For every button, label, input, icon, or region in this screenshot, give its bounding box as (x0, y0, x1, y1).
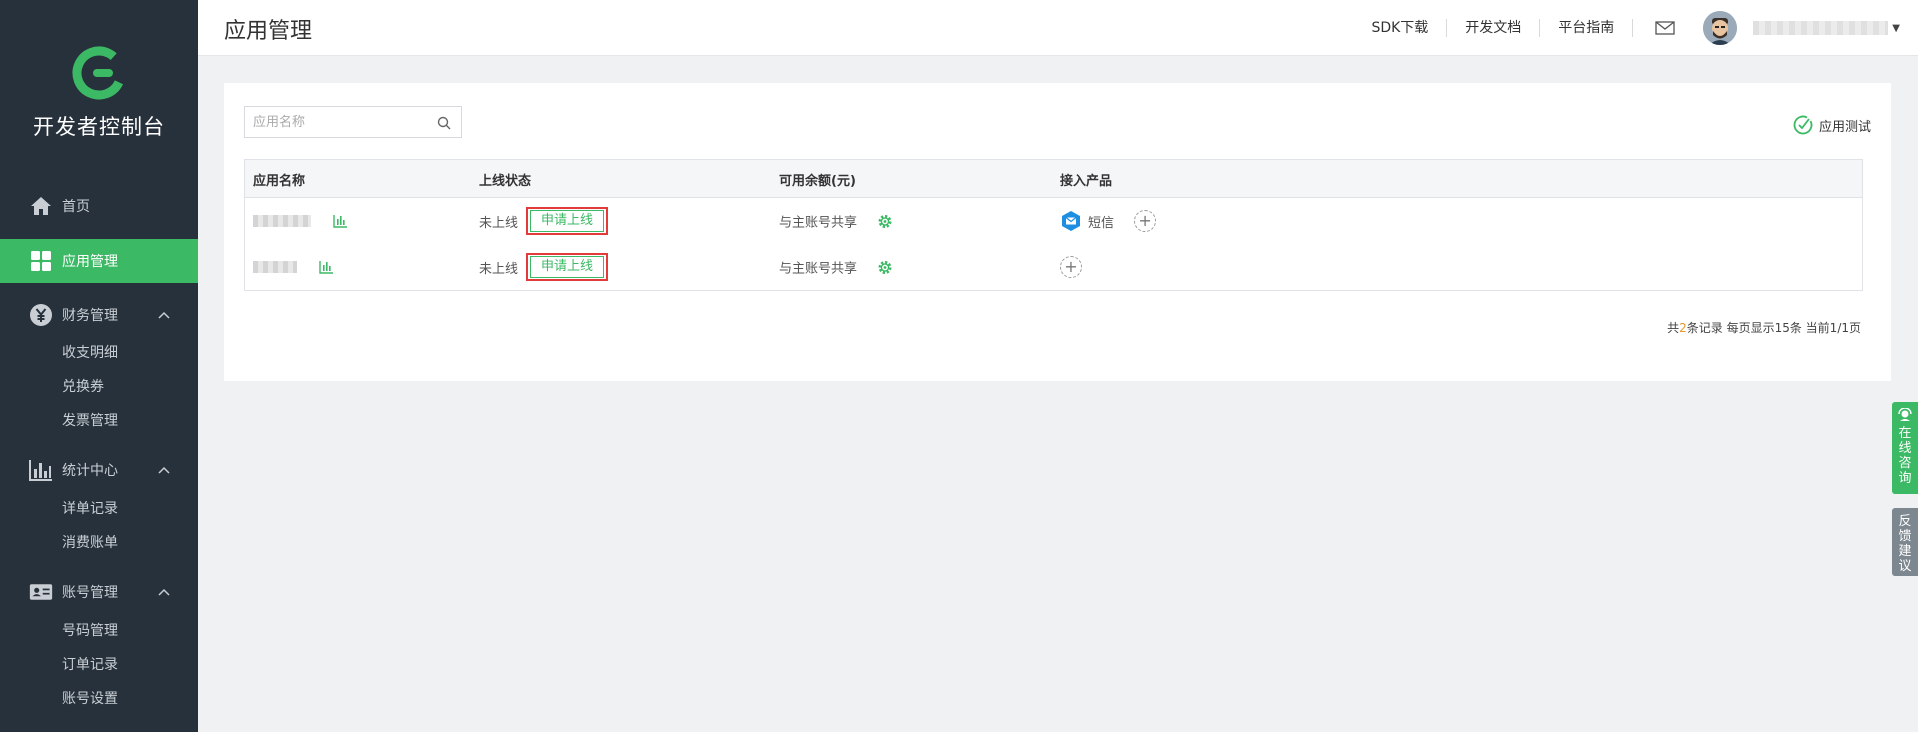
app-name[interactable] (253, 215, 311, 227)
sidebar-subitem[interactable]: 订单记录 (62, 655, 118, 675)
sidebar-subitem[interactable]: 号码管理 (62, 621, 118, 641)
main-panel: 应用测试 应用名称 上线状态 可用余额(元) 接入产品 未上线 申请上线 与主账… (224, 83, 1891, 381)
table-header: 应用名称 上线状态 可用余额(元) 接入产品 (245, 160, 1862, 198)
sidebar-item-statistics[interactable]: 统计中心 (0, 448, 198, 492)
online-status: 未上线 (479, 261, 519, 277)
add-product-button[interactable]: + (1134, 210, 1157, 232)
balance-text: 与主账号共享 (779, 261, 858, 277)
chevron-up-icon (158, 307, 170, 323)
check-circle-icon (1793, 115, 1813, 135)
sidebar-subitem[interactable]: 收支明细 (62, 343, 118, 363)
sdk-download-link[interactable]: SDK下载 (1353, 19, 1448, 37)
app-test-button[interactable]: 应用测试 (1793, 115, 1871, 135)
product-name: 短信 (1088, 215, 1115, 231)
stats-icon[interactable] (319, 260, 334, 274)
sidebar-subitem[interactable]: 发票管理 (62, 411, 118, 431)
username[interactable] (1753, 21, 1889, 35)
sidebar-subitem[interactable]: 兑换券 (62, 377, 104, 397)
sidebar: 开发者控制台 首页 应用管理 财务管理 收支明细 兑换券 发票管理 统计中心 详… (0, 0, 198, 732)
chevron-up-icon (158, 584, 170, 600)
column-header: 可用余额(元) (779, 174, 856, 189)
home-icon (29, 194, 53, 218)
logo[interactable]: 开发者控制台 (0, 45, 198, 141)
sidebar-item-home[interactable]: 首页 (0, 184, 198, 228)
sidebar-subitem[interactable]: 消费账单 (62, 533, 118, 553)
mail-icon[interactable] (1655, 21, 1675, 35)
table-row: 未上线 申请上线 与主账号共享 + (245, 244, 1862, 290)
dev-docs-link[interactable]: 开发文档 (1447, 19, 1541, 37)
console-title: 开发者控制台 (33, 115, 165, 139)
stats-icon[interactable] (333, 214, 348, 228)
sidebar-item-label: 账号管理 (62, 585, 118, 601)
search-input[interactable] (245, 107, 433, 137)
sidebar-item-label: 财务管理 (62, 308, 118, 324)
platform-guide-link[interactable]: 平台指南 (1540, 19, 1634, 37)
add-product-button[interactable]: + (1060, 256, 1082, 278)
online-consult-button[interactable]: 在 线 咨 询 (1892, 402, 1918, 494)
chevron-up-icon (158, 462, 170, 478)
sidebar-item-account[interactable]: 账号管理 (0, 570, 198, 614)
column-header: 应用名称 (253, 174, 306, 189)
apply-online-button[interactable]: 申请上线 (526, 253, 609, 281)
sidebar-item-app-management[interactable]: 应用管理 (0, 239, 198, 283)
apps-table: 应用名称 上线状态 可用余额(元) 接入产品 未上线 申请上线 与主账号共享 短… (244, 159, 1863, 291)
sidebar-subitem[interactable]: 详单记录 (62, 499, 118, 519)
balance-text: 与主账号共享 (779, 215, 858, 231)
sidebar-item-finance[interactable]: 财务管理 (0, 293, 198, 337)
gear-icon[interactable] (877, 213, 893, 229)
feedback-button[interactable]: 反 馈 建 议 (1892, 508, 1918, 576)
sidebar-subitem[interactable]: 账号设置 (62, 689, 118, 709)
sidebar-item-label: 首页 (62, 199, 90, 215)
top-links: SDK下载 开发文档 平台指南 ▼ (1353, 0, 1918, 56)
search-icon[interactable] (437, 115, 451, 134)
gear-icon[interactable] (877, 259, 893, 275)
apply-online-button[interactable]: 申请上线 (526, 207, 609, 235)
yuan-icon (29, 303, 53, 327)
id-card-icon (29, 580, 53, 604)
logo-icon (72, 46, 126, 100)
pagination-info: 共2条记录 每页显示15条 当前1/1页 (1667, 321, 1861, 335)
online-status: 未上线 (479, 215, 519, 231)
apps-grid-icon (29, 249, 53, 273)
column-header: 上线状态 (479, 174, 532, 189)
bar-chart-icon (29, 458, 53, 482)
caret-down-icon[interactable]: ▼ (1892, 23, 1900, 34)
sidebar-item-label: 统计中心 (62, 463, 118, 479)
sms-product-icon (1060, 210, 1082, 232)
sidebar-item-label: 应用管理 (62, 254, 118, 270)
app-name[interactable] (253, 261, 297, 273)
headset-icon (1898, 407, 1912, 421)
search-box (244, 106, 462, 138)
column-header: 接入产品 (1060, 174, 1113, 189)
app-test-label: 应用测试 (1818, 119, 1871, 135)
page-title: 应用管理 (224, 19, 313, 44)
top-bar: 应用管理 SDK下载 开发文档 平台指南 ▼ (198, 0, 1918, 56)
avatar-icon[interactable] (1703, 11, 1738, 45)
table-row: 未上线 申请上线 与主账号共享 短信 + (245, 198, 1862, 244)
